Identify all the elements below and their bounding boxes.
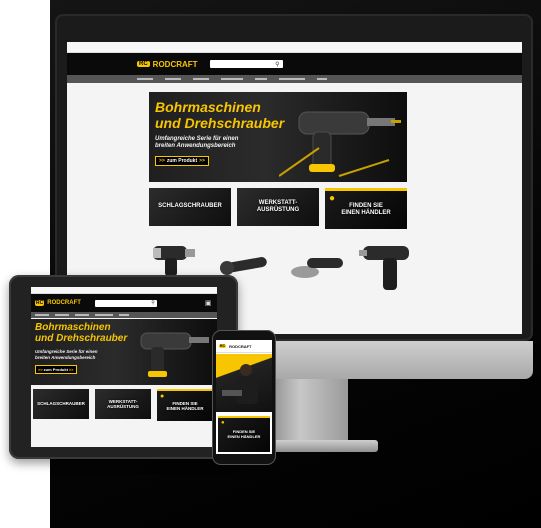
logo-mark: RC [35,300,45,306]
tile-label-line2: EINEN HÄNDLER [227,434,261,439]
hero-banner[interactable]: Bohrmaschinen und Drehschrauber Umfangre… [31,319,217,385]
logo-text: RODCRAFT [47,300,81,306]
search-icon[interactable]: ⚲ [151,300,155,306]
cta-label: zum Produkt [166,158,198,164]
phone-hero-image[interactable] [216,354,272,412]
search-icon[interactable]: ⚲ [275,61,279,68]
hero-cta-button[interactable]: >> zum Produkt >> [155,156,209,166]
drill-image [279,111,401,177]
tile-label-line2: EINEN HÄNDLER [341,210,391,216]
tile-schlagschrauber[interactable]: SCHLAGSCHRAUBER [33,389,89,419]
nav-item[interactable] [119,314,129,316]
worker-image [222,364,258,404]
cta-label: zum Produkt [43,367,68,372]
logo-mark: RC [137,61,150,67]
tile-haendler[interactable]: ● FINDEN SIE EINEN HÄNDLER [157,389,213,421]
nav-item[interactable] [279,78,305,80]
nav-item[interactable] [317,78,327,80]
nav-item[interactable] [75,314,89,316]
logo-text: RODCRAFT [152,59,198,69]
main-nav [31,312,217,318]
tile-werkstatt[interactable]: WERKSTATT- AUSRÜSTUNG [95,389,151,419]
map-pin-icon: ● [221,420,225,426]
nav-item[interactable] [95,314,113,316]
nav-item[interactable] [35,314,49,316]
cta-arrows-icon: >> [159,158,165,164]
cart-icon[interactable]: ▣ [205,299,212,307]
tile-label-line2: EINEN HÄNDLER [166,406,204,411]
tablet-device: RC RODCRAFT ⚲ ▣ Bohrmaschinen und Drehsc… [9,275,238,459]
brand-logo[interactable]: RC RODCRAFT [137,60,198,69]
cta-arrows-icon: >> [38,367,43,372]
hero-title-line1: Bohrmaschinen [155,99,261,115]
tile-label-line1: WERKSTATT- [258,199,298,206]
hero-subtitle-line1: Umfangreiche Serie für einen [155,136,239,142]
tile-label-line1: FINDEN SIE [349,202,383,209]
brand-logo[interactable]: RC RODCRAFT [219,344,252,349]
hero-cta-button[interactable]: >> zum Produkt >> [35,365,77,374]
map-pin-icon: ● [329,193,336,204]
brand-logo[interactable]: RC RODCRAFT [35,300,81,306]
search-input[interactable]: ⚲ [209,60,283,68]
tile-label: SCHLAGSCHRAUBER [158,203,222,210]
header-bar: RC RODCRAFT ⚲ ▣ [31,294,217,312]
hero-subtitle-line2: breiten Anwendungsbereich [155,143,236,149]
top-info-strip [31,287,217,294]
hero-title-line2: und Drehschrauber [35,333,128,344]
product-ratchet[interactable] [217,252,273,276]
main-nav [67,75,522,83]
top-info-strip [67,42,522,53]
monitor-stand-neck [268,379,348,449]
hero-subtitle-line2: breiten Anwendungsbereich [35,355,96,360]
tile-haendler[interactable]: ● FINDEN SIE EINEN HÄNDLER [218,416,270,452]
product-angle-grinder[interactable] [289,250,345,280]
hero-title-line2: und Drehschrauber [155,115,285,131]
cta-arrows-icon: >> [199,158,205,164]
tile-label-line2: AUSRÜSTUNG [256,207,300,213]
product-pistol-drill[interactable] [359,238,415,294]
nav-item[interactable] [255,78,267,80]
tablet-screen: RC RODCRAFT ⚲ ▣ Bohrmaschinen und Drehsc… [31,287,217,447]
tile-schlagschrauber[interactable]: SCHLAGSCHRAUBER [149,188,231,226]
nav-item[interactable] [193,78,209,80]
logo-text: RODCRAFT [229,343,252,349]
tile-werkstatt[interactable]: WERKSTATT- AUSRÜSTUNG [237,188,319,226]
tile-label-line2: AUSRÜSTUNG [107,404,139,409]
logo-mark: RC [219,344,227,348]
phone-screen: RC RODCRAFT ● FINDEN SIE EINEN HÄNDLER [216,340,272,454]
product-impact-wrench[interactable] [151,242,197,278]
header-bar: RC RODCRAFT ⚲ [67,53,522,75]
phone-device: RC RODCRAFT ● FINDEN SIE EINEN HÄNDLER [212,330,276,465]
hero-subtitle-line1: Umfangreiche Serie für einen [35,349,98,354]
tile-label: SCHLAGSCHRAUBER [37,401,85,407]
map-pin-icon: ● [160,393,165,400]
header-bar: RC RODCRAFT [216,340,272,353]
hero-title-line1: Bohrmaschinen [35,322,111,333]
search-input[interactable]: ⚲ [94,299,157,307]
cta-arrows-icon: >> [68,367,74,372]
hero-banner[interactable]: Bohrmaschinen und Drehschrauber Umfangre… [149,92,407,182]
nav-item[interactable] [137,78,153,80]
drill-image [140,332,209,377]
nav-item[interactable] [55,314,69,316]
nav-item[interactable] [165,78,181,80]
tile-haendler[interactable]: ● FINDEN SIE EINEN HÄNDLER [325,188,407,229]
nav-item[interactable] [221,78,243,80]
